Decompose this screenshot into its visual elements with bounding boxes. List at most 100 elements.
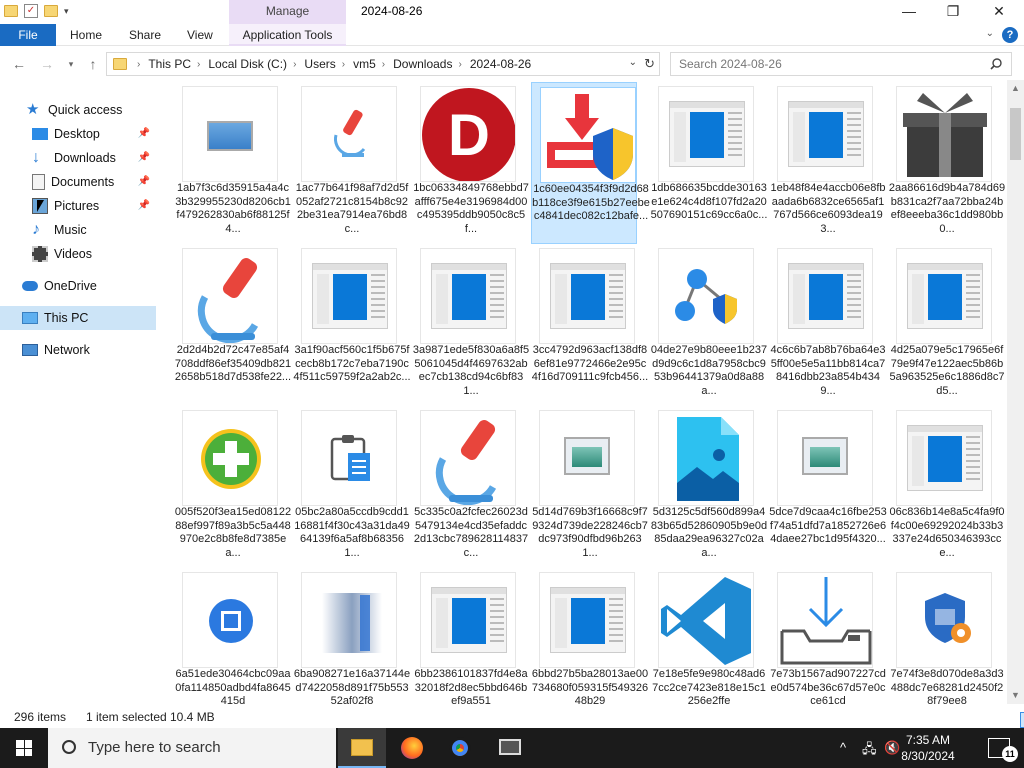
file-item[interactable]: 4c6c6b7ab8b76ba64e35ff00e5e5a11bb814ca78…	[769, 244, 886, 406]
recent-locations-icon[interactable]: ▾	[62, 54, 80, 74]
chevron-right-icon[interactable]: ›	[382, 59, 385, 70]
document-preview	[788, 101, 864, 167]
back-arrow-icon[interactable]: ←	[10, 54, 28, 74]
new-folder-icon[interactable]	[44, 5, 58, 17]
sidebar-item-this-pc[interactable]: This PC	[0, 306, 156, 330]
file-thumbnail	[658, 86, 754, 182]
help-icon[interactable]: ?	[1002, 27, 1018, 43]
file-item[interactable]: 2d2d4b2d72c47e85af4708ddf86ef35409db8212…	[174, 244, 291, 406]
file-item[interactable]: 4d25a079e5c17965e6f79e9f47e122aec5b86b5a…	[888, 244, 1005, 406]
file-item[interactable]: 6ba908271e16a37144ed7422058d891f75b55352…	[293, 568, 410, 704]
file-name: 6bbd27b5ba28013ae00734680f059315f5493264…	[531, 668, 649, 704]
vertical-scrollbar[interactable]: ▲ ▼	[1007, 80, 1024, 704]
taskbar-search-input[interactable]: Type here to search	[48, 728, 336, 768]
search-input[interactable]: Search 2024-08-26	[670, 52, 1012, 76]
pin-icon[interactable]: 📌	[138, 128, 150, 139]
file-item[interactable]: 1ac77b641f98af7d2d5f052af2721c8154b8c922…	[293, 82, 408, 244]
up-arrow-icon[interactable]: ↑	[84, 54, 102, 74]
scroll-down-icon[interactable]: ▼	[1007, 687, 1024, 704]
tab-view[interactable]: View	[187, 24, 213, 46]
pin-icon[interactable]: 📌	[138, 200, 150, 211]
sidebar-item-documents[interactable]: Documents 📌	[0, 170, 156, 194]
security-shield-icon	[925, 593, 971, 643]
large-icons-view-icon[interactable]	[1020, 712, 1024, 728]
sidebar-item-quick-access[interactable]: ★ Quick access	[0, 98, 156, 122]
file-item[interactable]: 6bb2386101837fd4e8a32018f2d8ec5bbd646bef…	[412, 568, 528, 704]
file-item[interactable]: 5d3125c5df560d899a483b65d52860905b9e0d85…	[650, 406, 767, 568]
expand-ribbon-icon[interactable]: ⌄	[986, 28, 994, 39]
minimize-button[interactable]: —	[886, 0, 932, 24]
breadcrumb-downloads[interactable]: Downloads	[393, 57, 452, 71]
address-bar[interactable]: › This PC › Local Disk (C:) › Users › vm…	[106, 52, 660, 76]
system-clock[interactable]: 7:35 AM 8/30/2024	[888, 732, 968, 764]
taskbar-file-explorer[interactable]	[338, 728, 386, 768]
breadcrumb-local-disk[interactable]: Local Disk (C:)	[208, 57, 287, 71]
sidebar-item-videos[interactable]: Videos	[0, 242, 156, 266]
maximize-button[interactable]: ❐	[930, 0, 976, 24]
tab-file[interactable]: File	[0, 24, 56, 46]
forward-arrow-icon[interactable]: →	[38, 54, 56, 74]
customize-toolbar-icon[interactable]: ▾	[64, 6, 69, 17]
file-item[interactable]: 05bc2a80a5ccdb9cdd116881f4f30c43a31da496…	[293, 406, 410, 568]
sidebar-item-onedrive[interactable]: OneDrive	[0, 274, 156, 298]
pin-icon[interactable]: 📌	[138, 176, 150, 187]
file-item[interactable]: 04de27e9b80eee1b237d9d9c6c1d8a7958cbc953…	[650, 244, 767, 406]
file-item[interactable]: 5c335c0a2fcfec26023d5479134e4cd35efaddc2…	[412, 406, 528, 568]
file-item[interactable]: 7e73b1567ad907227cde0d574be36c67d57e0cce…	[769, 568, 886, 704]
file-thumbnail	[420, 410, 516, 506]
file-item[interactable]: 1eb48f84e4accb06e8fbaada6b6832ce6565af17…	[769, 82, 886, 244]
taskbar-chrome[interactable]	[436, 728, 484, 768]
file-item[interactable]: 1db686635bcdde30163e1e624c4d8f107fd2a205…	[650, 82, 767, 244]
breadcrumb-users[interactable]: Users	[304, 57, 335, 71]
breadcrumb-this-pc[interactable]: This PC	[148, 57, 191, 71]
file-item[interactable]: 1c60ee04354f3f9d2d68b118ce3f9e615b27eebe…	[531, 82, 650, 244]
taskbar-app[interactable]	[486, 728, 534, 768]
file-item[interactable]: 06c836b14e8a5c4fa9f0f4c00e69292024b33b33…	[888, 406, 1005, 568]
search-icon[interactable]	[990, 58, 1002, 70]
sidebar-item-network[interactable]: Network	[0, 338, 156, 362]
file-item[interactable]: 7e74f3e8d070de8a3d3488dc7e68281d2450f28f…	[888, 568, 1004, 704]
scrollbar-thumb[interactable]	[1010, 108, 1021, 160]
tab-application-tools[interactable]: Application Tools	[229, 24, 346, 46]
file-name: 1c60ee04354f3f9d2d68b118ce3f9e615b27eebe…	[532, 183, 650, 222]
sidebar-item-pictures[interactable]: Pictures 📌	[0, 194, 156, 218]
start-button[interactable]	[0, 728, 48, 768]
chevron-right-icon[interactable]: ›	[197, 59, 200, 70]
chevron-right-icon[interactable]: ›	[458, 59, 461, 70]
file-item[interactable]: 5d14d769b3f16668c9f79324d739de228246cb7d…	[531, 406, 648, 568]
chevron-up-icon[interactable]: ^	[840, 740, 846, 755]
file-item[interactable]: 6a51ede30464cbc09aa0fa114850adbd4fa86454…	[174, 568, 291, 704]
file-item[interactable]: 2aa86616d9b4a784d69b831ca2f7aa72bba24bef…	[888, 82, 1005, 244]
chevron-right-icon[interactable]: ›	[137, 59, 140, 70]
refresh-icon[interactable]: ↻	[644, 56, 655, 72]
file-item[interactable]: D 1bc06334849768ebbd7afff675e4e3196984d00…	[412, 82, 529, 244]
breadcrumb-vm5[interactable]: vm5	[353, 57, 376, 71]
sidebar-item-desktop[interactable]: Desktop 📌	[0, 122, 156, 146]
taskbar-firefox[interactable]	[388, 728, 436, 768]
sidebar-item-downloads[interactable]: ↓ Downloads 📌	[0, 146, 156, 170]
tab-share[interactable]: Share	[129, 24, 161, 46]
chevron-right-icon[interactable]: ›	[342, 59, 345, 70]
close-button[interactable]: ✕	[976, 0, 1022, 24]
file-item[interactable]: 1ab7f3c6d35915a4a4c3b329955230d8206cb1f4…	[174, 82, 291, 244]
sidebar-item-music[interactable]: ♪ Music	[0, 218, 156, 242]
tab-home[interactable]: Home	[70, 24, 102, 46]
breadcrumb-2024-08-26[interactable]: 2024-08-26	[470, 57, 531, 71]
properties-icon[interactable]: ✓	[24, 4, 38, 18]
pin-icon[interactable]: 📌	[138, 152, 150, 163]
file-item[interactable]: 3a9871ede5f830a6a8f55061045d4f4697632abe…	[412, 244, 529, 406]
file-item[interactable]: 005f520f3ea15ed0812288ef997f89a3b5c5a448…	[174, 406, 291, 568]
file-item[interactable]: 3cc4792d963acf138df86ef81e9772466e2e95c4…	[531, 244, 648, 406]
file-thumbnail	[777, 86, 873, 182]
file-item[interactable]: 3a1f90acf560c1f5b675fcecb8b172c7eba7190c…	[293, 244, 411, 406]
network-icon	[22, 344, 38, 356]
chevron-right-icon[interactable]: ›	[293, 59, 296, 70]
manage-context-tab[interactable]: Manage	[229, 0, 346, 24]
file-item[interactable]: 6bbd27b5ba28013ae00734680f059315f5493264…	[531, 568, 648, 704]
network-status-icon[interactable]: 🖧	[862, 740, 877, 762]
file-item[interactable]: 5dce7d9caa4c16fbe253f74a51dfd7a1852726e6…	[769, 406, 887, 568]
scroll-up-icon[interactable]: ▲	[1007, 80, 1024, 97]
file-item[interactable]: 7e18e5fe9e980c48ad67cc2ce7423e818e15c125…	[650, 568, 766, 704]
chevron-down-icon[interactable]: ⌄	[629, 57, 637, 68]
file-name: 6a51ede30464cbc09aa0fa114850adbd4fa86454…	[175, 668, 291, 704]
